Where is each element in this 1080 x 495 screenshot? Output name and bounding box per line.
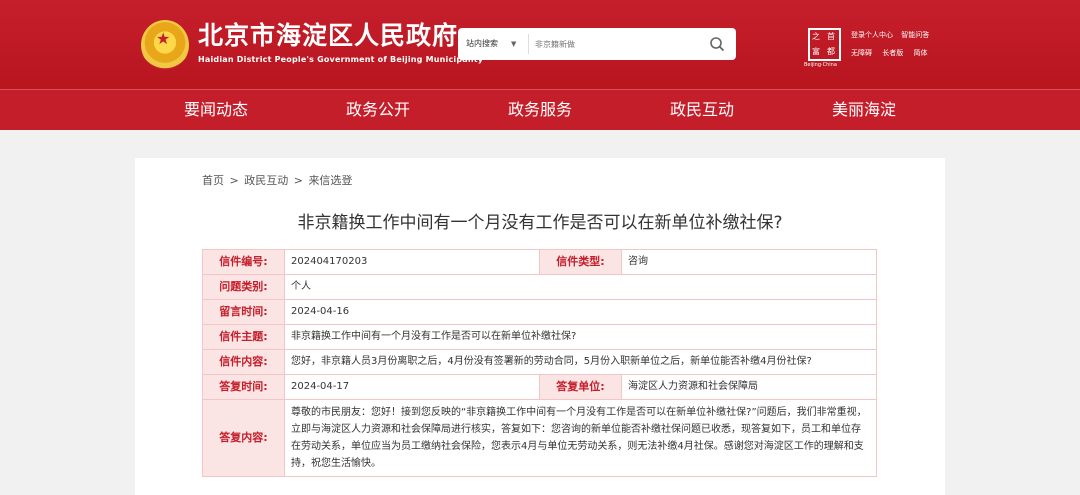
field-label: 信件内容: <box>202 349 285 375</box>
field-label: 信件主题: <box>202 324 285 350</box>
reply-content: 尊敬的市民朋友：您好！接到您反映的“非京籍换工作中间有一个月没有工作是否可以在新… <box>284 399 877 477</box>
letter-category: 个人 <box>284 274 877 300</box>
header-banner: 北京市海淀区人民政府 Haidian District People's Gov… <box>0 0 1080 90</box>
search-scope-select[interactable]: 站内搜索 ▼ <box>458 28 526 60</box>
logo-char: 富 <box>812 47 820 56</box>
breadcrumb-separator: > <box>229 174 239 187</box>
accessibility-links: 无障碍 长者版 简体 <box>851 48 935 58</box>
field-label: 留言时间: <box>202 299 285 325</box>
search-scope-label: 站内搜索 <box>466 39 498 48</box>
breadcrumb-current[interactable]: 来信选登 <box>308 174 352 187</box>
letter-date: 2024-04-16 <box>284 299 877 325</box>
search-bar: 站内搜索 ▼ <box>458 28 736 60</box>
nav-item-government-affairs[interactable]: 政务公开 <box>323 90 433 130</box>
main-content: 首页 > 政民互动 > 来信选登 非京籍换工作中间有一个月没有工作是否可以在新单… <box>135 158 945 495</box>
nav-item-services[interactable]: 政务服务 <box>485 90 595 130</box>
breadcrumb: 首页 > 政民互动 > 来信选登 <box>202 174 354 188</box>
nav-item-interaction[interactable]: 政民互动 <box>647 90 757 130</box>
elder-mode-link[interactable]: 长者版 <box>882 49 903 57</box>
site-title[interactable]: 北京市海淀区人民政府 <box>198 21 458 51</box>
reply-unit: 海淀区人力资源和社会保障局 <box>621 374 877 400</box>
nav-item-beautiful-haidian[interactable]: 美丽海淀 <box>809 90 919 130</box>
reply-date: 2024-04-17 <box>284 374 540 400</box>
logo-char: 首 <box>827 32 835 41</box>
logo-char: 都 <box>827 47 835 56</box>
chevron-down-icon: ▼ <box>511 40 517 48</box>
table-row: 问题类别: 个人 <box>202 274 877 300</box>
field-label: 答复时间: <box>202 374 285 400</box>
field-label: 信件编号: <box>202 249 285 275</box>
letter-type: 咨询 <box>621 249 877 275</box>
main-nav: 要闻动态 政务公开 政务服务 政民互动 美丽海淀 <box>0 90 1080 130</box>
field-label: 答复内容: <box>202 399 285 477</box>
breadcrumb-interaction[interactable]: 政民互动 <box>244 174 288 187</box>
field-label: 答复单位: <box>539 374 622 400</box>
login-link[interactable]: 登录个人中心 <box>851 31 893 39</box>
table-row: 信件编号: 202404170203 信件类型: 咨询 <box>202 249 877 275</box>
table-row: 信件主题: 非京籍换工作中间有一个月没有工作是否可以在新单位补缴社保? <box>202 324 877 350</box>
logo-caption: Beijing·China <box>804 62 837 68</box>
field-label: 问题类别: <box>202 274 285 300</box>
logo-char: 之 <box>812 32 820 41</box>
letter-number: 202404170203 <box>284 249 540 275</box>
site-subtitle: Haidian District People's Government of … <box>198 55 484 64</box>
letter-subject: 非京籍换工作中间有一个月没有工作是否可以在新单位补缴社保? <box>284 324 877 350</box>
page-title: 非京籍换工作中间有一个月没有工作是否可以在新单位补缴社保? <box>297 213 783 233</box>
search-icon[interactable] <box>708 35 726 53</box>
capital-logo: 之 首 都 富 <box>808 28 841 61</box>
letter-content: 您好，非京籍人员3月份离职之后，4月份没有签署新的劳动合同，5月份入职新单位之后… <box>284 349 877 375</box>
search-input[interactable] <box>528 34 698 54</box>
table-row: 答复时间: 2024-04-17 答复单位: 海淀区人力资源和社会保障局 <box>202 374 877 400</box>
breadcrumb-home[interactable]: 首页 <box>202 174 224 187</box>
letter-detail-table: 信件编号: 202404170203 信件类型: 咨询 问题类别: 个人 留言时… <box>202 249 877 477</box>
nav-item-news[interactable]: 要闻动态 <box>161 90 271 130</box>
smart-qa-link[interactable]: 智能问答 <box>901 31 929 39</box>
breadcrumb-separator: > <box>293 174 303 187</box>
field-label: 信件类型: <box>539 249 622 275</box>
table-row: 信件内容: 您好，非京籍人员3月份离职之后，4月份没有签署新的劳动合同，5月份入… <box>202 349 877 375</box>
top-links: 登录个人中心 智能问答 <box>851 30 935 40</box>
table-row: 答复内容: 尊敬的市民朋友：您好！接到您反映的“非京籍换工作中间有一个月没有工作… <box>202 399 877 477</box>
accessibility-link[interactable]: 无障碍 <box>851 49 872 57</box>
site-header: 北京市海淀区人民政府 Haidian District People's Gov… <box>0 0 1080 130</box>
national-emblem-icon <box>141 20 189 70</box>
language-switch-link[interactable]: 简体 <box>913 49 927 57</box>
table-row: 留言时间: 2024-04-16 <box>202 299 877 325</box>
